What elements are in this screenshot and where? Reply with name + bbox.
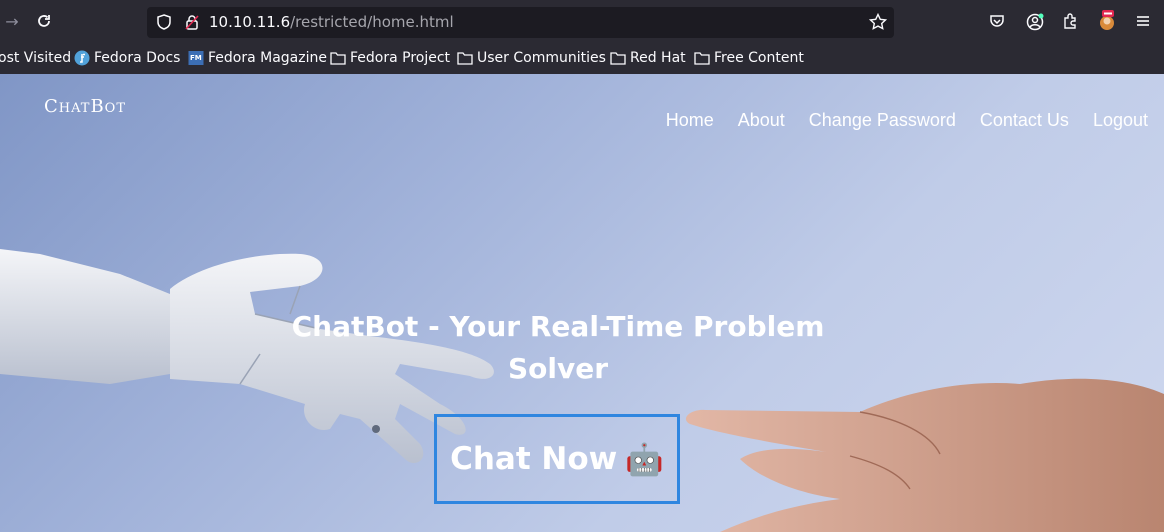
human-hand [685,378,1164,532]
svg-text:FM: FM [190,54,202,62]
bookmark-label: User Communities [477,50,606,66]
bookmark-fedora-magazine[interactable]: FM Fedora Magazine [188,50,327,66]
pocket-icon[interactable] [988,12,1008,32]
url-host: 10.10.11.6 [209,13,291,31]
folder-icon [330,52,346,65]
account-icon[interactable] [1025,12,1045,32]
reload-icon[interactable] [34,12,54,32]
hero-title: ChatBot - Your Real-Time Problem Solver [291,310,825,385]
bookmark-user-communities[interactable]: User Communities [457,50,606,66]
web-page: ChatBot Home About Change Password Conta… [0,74,1164,532]
fm-icon: FM [188,51,204,65]
site-nav: Home About Change Password Contact Us Lo… [666,110,1148,131]
bookmark-star-icon[interactable] [868,12,889,33]
nav-contact-us-link[interactable]: Contact Us [980,110,1069,131]
bookmark-label: Free Content [714,50,804,66]
chat-now-label: Chat Now [450,441,618,477]
browser-toolbar: → 10.10.11.6/restricted/home.html [0,0,1164,44]
nav-about-link[interactable]: About [738,110,785,131]
nav-logout-link[interactable]: Logout [1093,110,1148,131]
url-path: /restricted/home.html [290,13,454,31]
bookmark-fedora-project[interactable]: Fedora Project [330,50,450,66]
bookmark-label: ost Visited [0,50,72,66]
folder-icon [694,52,710,65]
nav-home-link[interactable]: Home [666,110,714,131]
menu-icon[interactable] [1134,12,1154,32]
bookmark-fedora-docs[interactable]: Fedora Docs [74,50,180,66]
robot-icon: 🤖 [625,441,664,478]
bookmark-free-content[interactable]: Free Content [694,50,804,66]
fedora-icon [74,50,90,66]
url-text[interactable]: 10.10.11.6/restricted/home.html [209,13,454,31]
site-brand-logo[interactable]: ChatBot [44,96,126,117]
bookmark-label: Fedora Docs [94,50,181,66]
extension-badge-icon[interactable] [1097,10,1117,30]
chat-now-button[interactable]: Chat Now 🤖 [434,414,680,504]
folder-icon [457,52,473,65]
extensions-icon[interactable] [1061,12,1081,32]
bookmark-red-hat[interactable]: Red Hat [610,50,686,66]
shield-icon[interactable] [155,13,175,33]
bookmark-label: Fedora Project [350,50,451,66]
nav-change-password-link[interactable]: Change Password [809,110,956,131]
bookmark-most-visited[interactable]: ost Visited [0,50,71,66]
bookmark-label: Red Hat [630,50,686,66]
folder-icon [610,52,626,65]
insecure-lock-icon[interactable] [183,13,203,33]
forward-icon[interactable]: → [2,12,22,32]
url-bar[interactable]: 10.10.11.6/restricted/home.html [147,7,894,38]
bookmark-label: Fedora Magazine [208,50,327,66]
bookmarks-bar: ost Visited Fedora Docs FM Fedora Magazi… [0,44,1164,74]
